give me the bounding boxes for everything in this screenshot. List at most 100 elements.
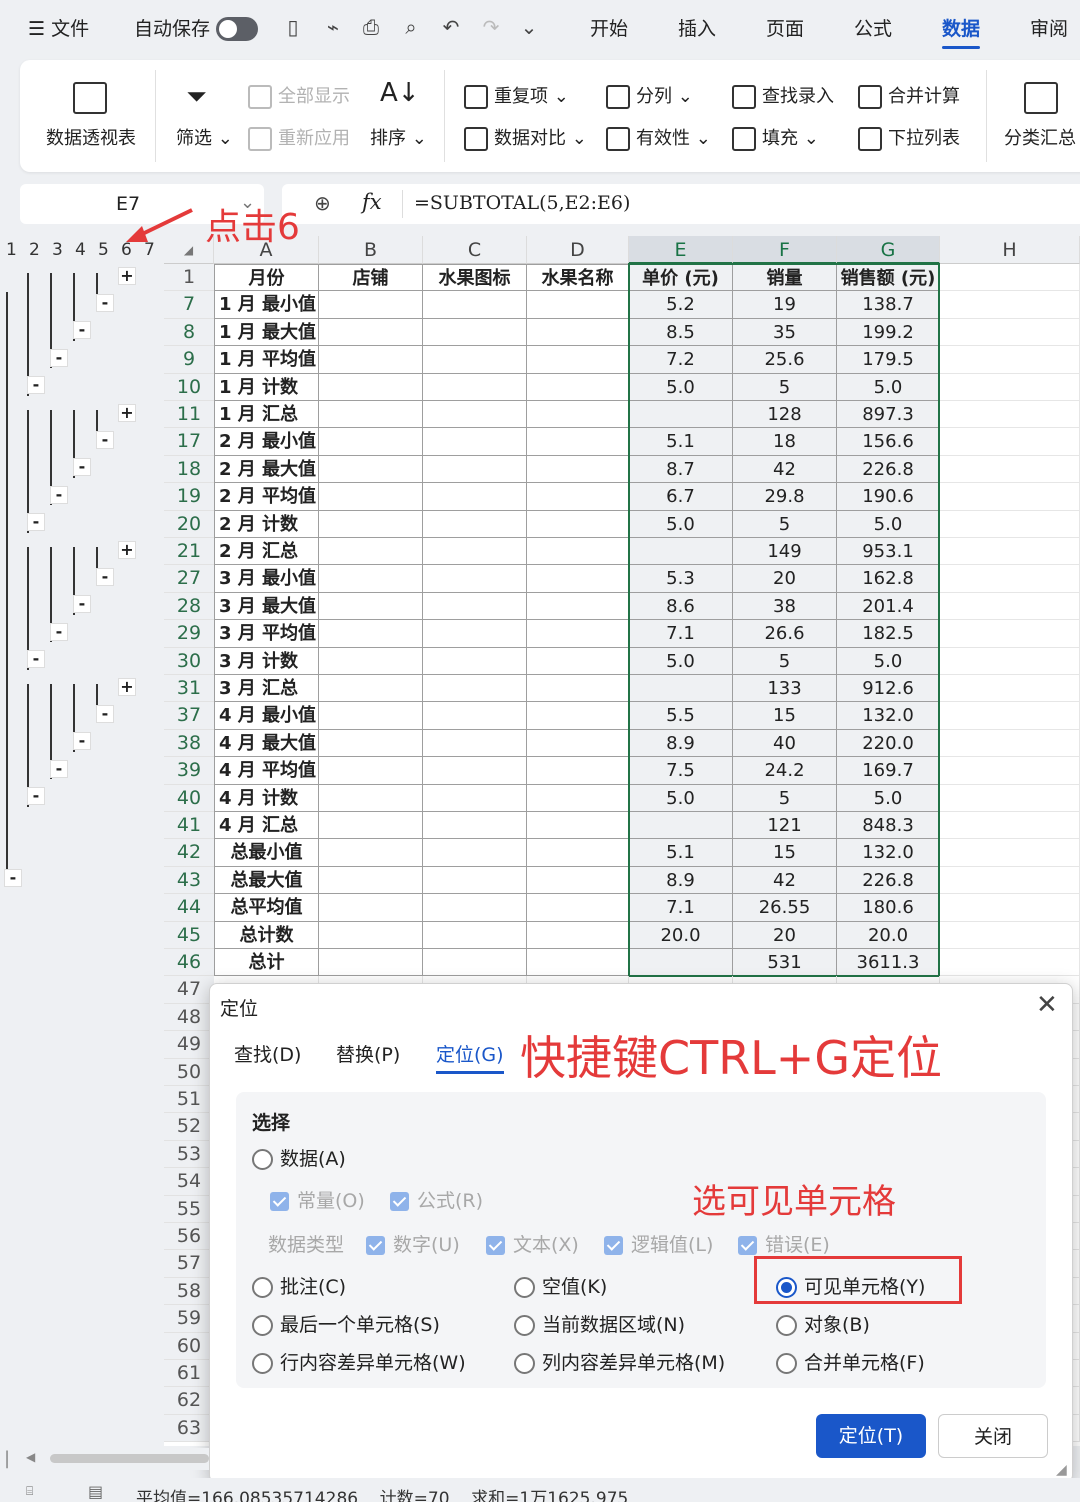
- consolidate-button[interactable]: 合并计算: [858, 82, 960, 109]
- row-header[interactable]: 21: [164, 538, 214, 566]
- row-header[interactable]: 11: [164, 401, 214, 429]
- store-cell[interactable]: [319, 757, 423, 785]
- formula-bar[interactable]: ⊕ fx =SUBTOTAL(5,E2:E6): [282, 184, 1080, 224]
- quantity-cell[interactable]: 42: [733, 455, 837, 484]
- row-header[interactable]: 52: [164, 1113, 214, 1141]
- expand-button[interactable]: +: [118, 540, 136, 559]
- pivot-table-button[interactable]: 数据透视表: [46, 124, 136, 150]
- fruit-icon-cell[interactable]: [423, 921, 527, 949]
- empty-cell[interactable]: [940, 428, 1080, 456]
- checkbox-formulas[interactable]: 公式(R): [390, 1186, 483, 1213]
- store-cell[interactable]: [319, 894, 423, 922]
- close-icon[interactable]: ✕: [1036, 990, 1058, 1020]
- store-cell[interactable]: [319, 291, 423, 319]
- option-current-region[interactable]: 当前数据区域(N): [514, 1310, 685, 1337]
- tab-review[interactable]: 审阅: [1030, 14, 1068, 41]
- empty-cell[interactable]: [940, 702, 1080, 730]
- row-header[interactable]: 8: [164, 318, 214, 347]
- row-header[interactable]: 50: [164, 1058, 214, 1086]
- month-cell[interactable]: 总计: [214, 949, 319, 977]
- sales-cell[interactable]: 179.5: [837, 346, 940, 374]
- quantity-cell[interactable]: 29.8: [733, 483, 837, 511]
- empty-cell[interactable]: [940, 812, 1080, 840]
- unit-price-cell[interactable]: 7.1: [629, 620, 733, 648]
- month-cell[interactable]: 3 月 平均值: [214, 620, 319, 648]
- row-header[interactable]: 49: [164, 1031, 214, 1059]
- collapse-button[interactable]: -: [27, 513, 45, 532]
- month-cell[interactable]: 1 月 最小值: [214, 291, 319, 319]
- fx-icon[interactable]: fx: [362, 190, 382, 214]
- row-header[interactable]: 37: [164, 702, 214, 730]
- quantity-cell[interactable]: 26.55: [733, 894, 837, 922]
- fruit-name-cell[interactable]: [527, 812, 629, 840]
- resize-handle-icon[interactable]: ◢: [1056, 1462, 1067, 1478]
- sales-cell[interactable]: 226.8: [837, 866, 940, 895]
- unit-price-cell[interactable]: 5.5: [629, 702, 733, 730]
- header-cell[interactable]: 销售额 (元): [837, 264, 940, 292]
- tab-find[interactable]: 查找(D): [234, 1040, 301, 1067]
- row-header[interactable]: 58: [164, 1277, 214, 1306]
- checkbox-logicals[interactable]: 逻辑值(L): [604, 1230, 713, 1257]
- split-column-button[interactable]: 分列 ⌄: [606, 82, 693, 109]
- fruit-name-cell[interactable]: [527, 866, 629, 895]
- fruit-name-cell[interactable]: [527, 702, 629, 730]
- fruit-icon-cell[interactable]: [423, 510, 527, 538]
- row-header[interactable]: 38: [164, 729, 214, 758]
- print-preview-icon[interactable]: ⌕: [398, 14, 424, 40]
- empty-cell[interactable]: [940, 675, 1080, 703]
- row-header[interactable]: 27: [164, 565, 214, 593]
- chevron-down-icon[interactable]: ⌄: [516, 14, 542, 40]
- tab-home[interactable]: 开始: [590, 14, 628, 41]
- tab-replace[interactable]: 替换(P): [336, 1040, 400, 1067]
- fruit-icon-cell[interactable]: [423, 620, 527, 648]
- unit-price-cell[interactable]: [629, 675, 733, 703]
- fruit-name-cell[interactable]: [527, 675, 629, 703]
- column-header-f[interactable]: F: [733, 236, 837, 264]
- column-header-c[interactable]: C: [423, 236, 527, 264]
- column-header-e[interactable]: E: [629, 236, 733, 264]
- row-header[interactable]: 43: [164, 866, 214, 895]
- option-comments[interactable]: 批注(C): [252, 1272, 346, 1299]
- quantity-cell[interactable]: 38: [733, 592, 837, 621]
- unit-price-cell[interactable]: 8.6: [629, 592, 733, 621]
- fruit-icon-cell[interactable]: [423, 812, 527, 840]
- column-header-b[interactable]: B: [319, 236, 423, 264]
- fruit-name-cell[interactable]: [527, 428, 629, 456]
- outline-level-5[interactable]: 5: [98, 240, 109, 260]
- unit-price-cell[interactable]: [629, 949, 733, 977]
- sales-cell[interactable]: 199.2: [837, 318, 940, 347]
- collapse-button[interactable]: -: [50, 348, 68, 367]
- row-header[interactable]: 60: [164, 1332, 214, 1360]
- goto-button[interactable]: 定位(T): [816, 1414, 926, 1458]
- sales-cell[interactable]: 162.8: [837, 565, 940, 593]
- unit-price-cell[interactable]: 8.9: [629, 729, 733, 758]
- checkbox-constants[interactable]: 常量(O): [270, 1186, 365, 1213]
- sort-button[interactable]: 排序 ⌄: [370, 124, 427, 150]
- empty-cell[interactable]: [940, 921, 1080, 949]
- unit-price-cell[interactable]: 5.0: [629, 373, 733, 401]
- fruit-icon-cell[interactable]: [423, 949, 527, 977]
- fruit-icon-cell[interactable]: [423, 291, 527, 319]
- store-cell[interactable]: [319, 428, 423, 456]
- quantity-cell[interactable]: 19: [733, 291, 837, 319]
- quantity-cell[interactable]: 5: [733, 510, 837, 538]
- month-cell[interactable]: 4 月 平均值: [214, 757, 319, 785]
- quantity-cell[interactable]: 20: [733, 921, 837, 949]
- row-header[interactable]: 31: [164, 675, 214, 703]
- sales-cell[interactable]: 180.6: [837, 894, 940, 922]
- sales-cell[interactable]: 132.0: [837, 702, 940, 730]
- scrollbar-thumb[interactable]: [50, 1454, 209, 1463]
- store-cell[interactable]: [319, 483, 423, 511]
- validity-button[interactable]: 有效性 ⌄: [606, 124, 711, 151]
- close-button[interactable]: 关闭: [938, 1414, 1048, 1458]
- save-icon[interactable]: ▯: [280, 14, 306, 40]
- file-menu[interactable]: ☰ 文件: [28, 14, 89, 41]
- row-header[interactable]: 56: [164, 1223, 214, 1251]
- unit-price-cell[interactable]: 5.1: [629, 839, 733, 867]
- sales-cell[interactable]: 5.0: [837, 784, 940, 812]
- row-header[interactable]: 62: [164, 1387, 214, 1415]
- sales-cell[interactable]: 912.6: [837, 675, 940, 703]
- store-cell[interactable]: [319, 346, 423, 374]
- store-cell[interactable]: [319, 921, 423, 949]
- tab-goto[interactable]: 定位(G): [436, 1040, 504, 1074]
